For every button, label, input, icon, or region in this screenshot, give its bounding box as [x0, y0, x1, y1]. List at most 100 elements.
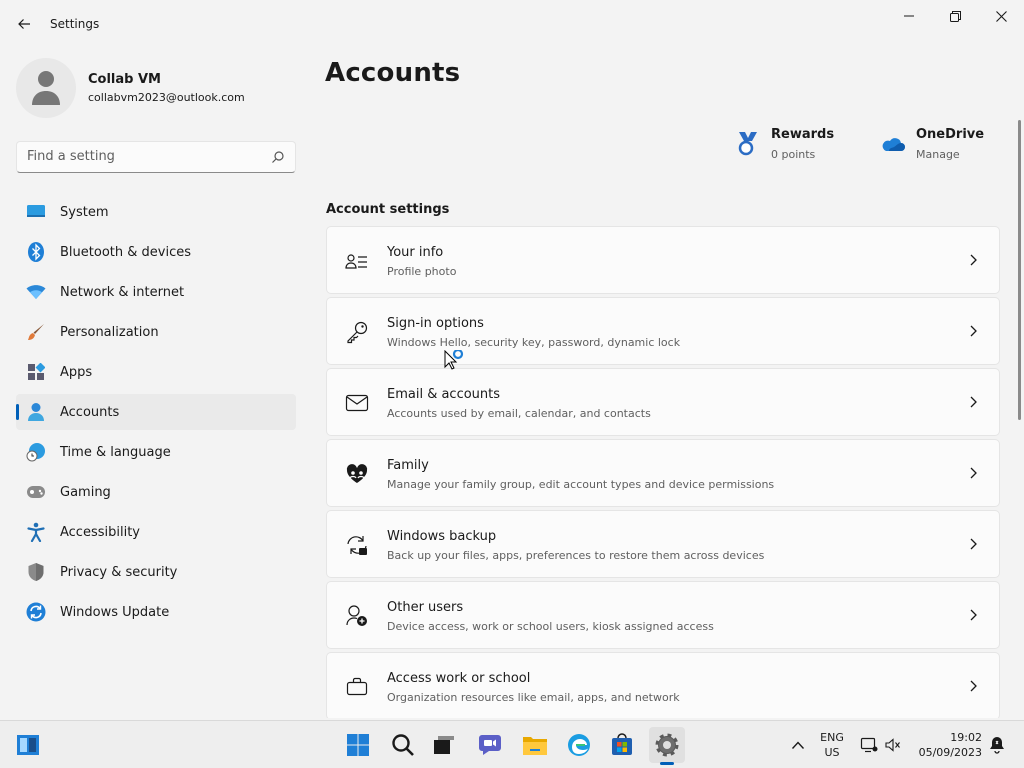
sidebar-item-system[interactable]: System: [16, 194, 296, 230]
input-language[interactable]: ENG US: [816, 730, 848, 760]
taskbar-search-button[interactable]: [385, 727, 421, 763]
search-box[interactable]: [16, 141, 296, 173]
monitor-icon: [26, 202, 46, 222]
taskbar: ENG US 19:02 05/09/2023: [0, 720, 1024, 768]
wifi-icon: [26, 282, 46, 302]
chevron-right-icon: [970, 609, 977, 621]
accessibility-icon: [26, 522, 46, 542]
sidebar-item-accounts[interactable]: Accounts: [16, 394, 296, 430]
sidebar-item-label: System: [60, 204, 109, 220]
volume-muted-icon: [885, 738, 900, 752]
sidebar-item-label: Accessibility: [60, 524, 140, 540]
family-heart-icon: [346, 464, 368, 483]
chevron-up-icon: [791, 741, 805, 749]
card-description: Profile photo: [387, 265, 457, 278]
card-title: Your info: [387, 245, 444, 260]
sidebar-item-personalization[interactable]: Personalization: [16, 314, 296, 350]
chat-button[interactable]: [472, 727, 508, 763]
sidebar-item-apps[interactable]: Apps: [16, 354, 296, 390]
card-email-accounts[interactable]: Email & accounts Accounts used by email,…: [326, 368, 1000, 436]
task-view-icon: [434, 736, 454, 754]
search-icon: [392, 734, 414, 756]
card-title: Other users: [387, 600, 464, 615]
chevron-right-icon: [970, 325, 977, 337]
sidebar-item-network[interactable]: Network & internet: [16, 274, 296, 310]
person-silhouette-icon: [32, 71, 60, 105]
rewards-medal-icon: [738, 132, 757, 156]
card-description: Organization resources like email, apps,…: [387, 691, 680, 704]
active-app-indicator: [660, 762, 674, 765]
update-icon: [26, 602, 46, 622]
network-status-button[interactable]: [858, 727, 880, 763]
card-title: Access work or school: [387, 671, 531, 686]
sidebar-item-bluetooth[interactable]: Bluetooth & devices: [16, 234, 296, 270]
start-icon: [347, 734, 369, 756]
chat-icon: [479, 735, 501, 755]
close-button[interactable]: [978, 4, 1024, 28]
rewards-link[interactable]: Rewards 0 points: [735, 125, 845, 165]
sidebar-item-privacy-security[interactable]: Privacy & security: [16, 554, 296, 590]
sidebar-item-gaming[interactable]: Gaming: [16, 474, 296, 510]
minimize-icon: [904, 15, 914, 17]
widgets-icon: [17, 735, 39, 755]
chevron-right-icon: [970, 396, 977, 408]
maximize-icon: [949, 10, 961, 22]
user-profile[interactable]: Collab VM collabvm2023@outlook.com: [16, 58, 306, 118]
clock-time: 19:02: [950, 731, 982, 744]
profile-email: collabvm2023@outlook.com: [88, 91, 245, 104]
file-explorer-button[interactable]: [517, 727, 553, 763]
card-access-work-school[interactable]: Access work or school Organization resou…: [326, 652, 1000, 718]
sidebar-item-time-language[interactable]: Time & language: [16, 434, 296, 470]
profile-name: Collab VM: [88, 72, 161, 87]
card-sign-in-options[interactable]: Sign-in options Windows Hello, security …: [326, 297, 1000, 365]
app-title: Settings: [50, 17, 100, 31]
maximize-button[interactable]: [932, 4, 978, 28]
apps-icon: [26, 362, 46, 382]
clock-date: 05/09/2023: [918, 746, 982, 759]
widgets-button[interactable]: [10, 727, 46, 763]
chevron-right-icon: [970, 467, 977, 479]
busy-cursor-icon: [444, 350, 464, 370]
card-other-users[interactable]: Other users Device access, work or schoo…: [326, 581, 1000, 649]
back-button[interactable]: [10, 10, 38, 38]
card-description: Windows Hello, security key, password, d…: [387, 336, 681, 349]
card-your-info[interactable]: Your info Profile photo: [326, 226, 1000, 294]
sidebar-nav: System Bluetooth & devices Network & int…: [16, 194, 296, 634]
notifications-button[interactable]: [984, 727, 1010, 763]
store-icon: [612, 733, 632, 755]
section-title: Account settings: [326, 202, 450, 217]
task-view-button[interactable]: [426, 727, 462, 763]
settings-icon: [655, 733, 679, 757]
onedrive-link[interactable]: OneDrive Manage: [880, 125, 990, 165]
shield-icon: [26, 562, 46, 582]
show-hidden-icons-button[interactable]: [780, 727, 816, 763]
search-icon[interactable]: [271, 150, 285, 164]
onedrive-cloud-icon: [882, 138, 905, 151]
search-input[interactable]: [27, 149, 267, 164]
start-button[interactable]: [340, 727, 376, 763]
avatar: [16, 58, 76, 118]
edge-button[interactable]: [561, 727, 597, 763]
sidebar-item-accessibility[interactable]: Accessibility: [16, 514, 296, 550]
card-title: Windows backup: [387, 529, 497, 544]
bluetooth-icon: [26, 242, 46, 262]
card-windows-backup[interactable]: Windows backup Back up your files, apps,…: [326, 510, 1000, 578]
store-button[interactable]: [604, 727, 640, 763]
sidebar-item-windows-update[interactable]: Windows Update: [16, 594, 296, 630]
briefcase-icon: [346, 677, 368, 696]
edge-icon: [568, 734, 590, 756]
mail-icon: [345, 394, 369, 412]
person-icon: [26, 402, 46, 422]
key-icon: [347, 321, 368, 344]
clock[interactable]: 19:02 05/09/2023: [912, 730, 982, 760]
minimize-button[interactable]: [886, 4, 932, 28]
card-family[interactable]: Family Manage your family group, edit ac…: [326, 439, 1000, 507]
scrollbar[interactable]: [1018, 120, 1021, 420]
volume-button[interactable]: [882, 727, 904, 763]
paintbrush-icon: [26, 322, 46, 342]
onedrive-manage: Manage: [916, 148, 960, 161]
arrow-left-icon: [18, 19, 30, 29]
sidebar-item-label: Bluetooth & devices: [60, 244, 191, 260]
settings-taskbar-button[interactable]: [649, 727, 685, 763]
sidebar-item-label: Privacy & security: [60, 564, 178, 580]
